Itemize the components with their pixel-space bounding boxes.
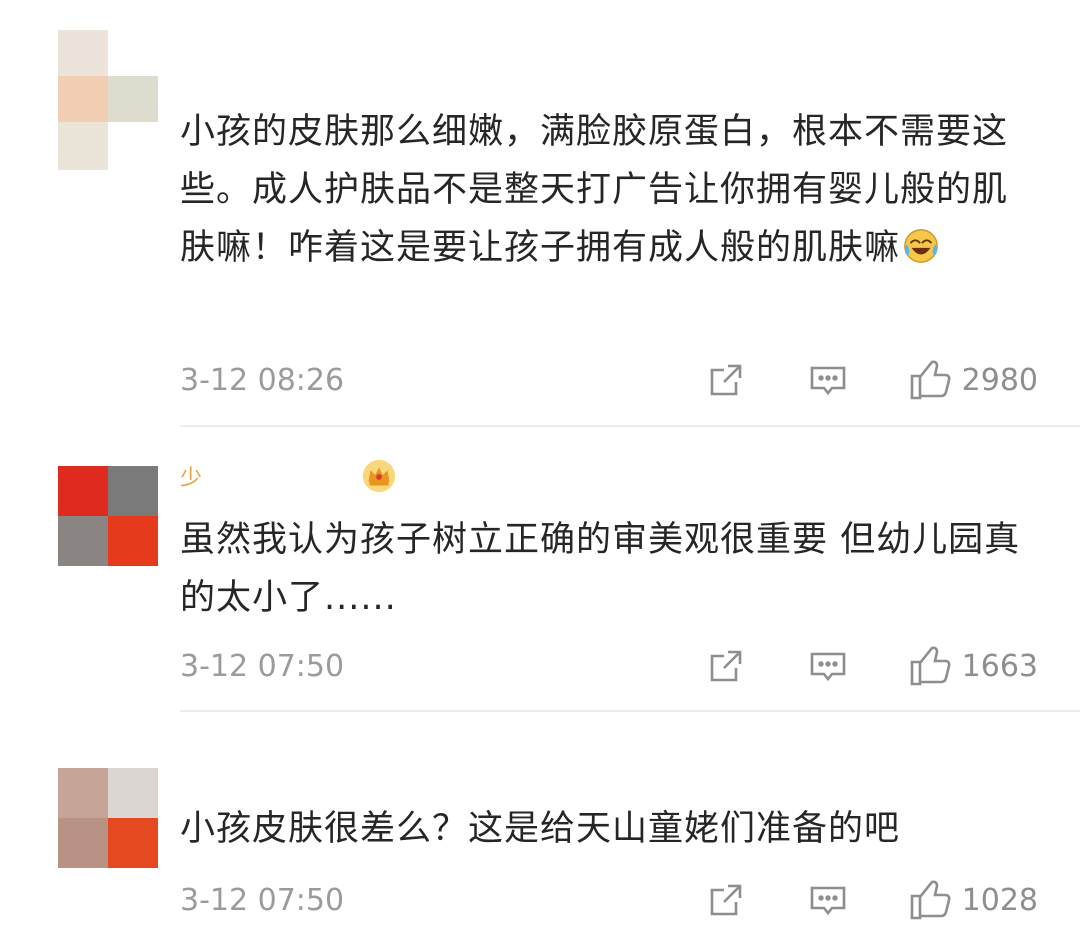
like-button[interactable]: 2980 [908,358,1038,402]
comment-text: 小孩皮肤很差么？这是给天山童姥们准备的吧 [180,809,901,849]
thumbs-up-icon [910,880,951,920]
like-count: 1663 [961,648,1038,684]
like-button[interactable]: 1663 [908,644,1038,688]
avatar[interactable] [58,466,158,566]
comment-icon[interactable] [808,360,848,400]
comment-time: 3-12 07:50 [180,648,345,684]
divider [180,710,1080,712]
thumbs-up-icon [910,646,951,686]
comment-list: 小孩的皮肤那么细嫩，满脸胶原蛋白，根本不需要这些。成人护肤品不是整天打广告让你拥… [0,0,1080,939]
like-count: 1028 [961,882,1038,918]
comment-icon[interactable] [808,646,848,686]
share-icon[interactable] [706,360,746,400]
username-row: 少 [180,458,398,494]
share-icon[interactable] [706,880,746,920]
comment-icon[interactable] [808,880,848,920]
comment-text: 虽然我认为孩子树立正确的审美观很重要 但幼儿园真的太小了...... [180,520,1021,618]
comment-meta: 3-12 08:26 2980 [180,360,1038,400]
comment-time: 3-12 08:26 [180,362,345,398]
thumbs-up-icon [910,360,951,400]
avatar[interactable] [58,768,158,868]
comment-meta: 3-12 07:50 1028 [180,880,1038,920]
username[interactable]: 少 [180,460,202,492]
comment-meta: 3-12 07:50 1663 [180,646,1038,686]
comment-text: 小孩的皮肤那么细嫩，满脸胶原蛋白，根本不需要这些。成人护肤品不是整天打广告让你拥… [180,112,1009,268]
like-button[interactable]: 1028 [908,878,1038,922]
laugh-cry-icon [904,229,938,263]
divider [180,425,1080,427]
comment-time: 3-12 07:50 [180,882,345,918]
avatar[interactable] [58,30,158,170]
like-count: 2980 [961,362,1038,398]
share-icon[interactable] [706,646,746,686]
crown-icon [362,459,396,493]
